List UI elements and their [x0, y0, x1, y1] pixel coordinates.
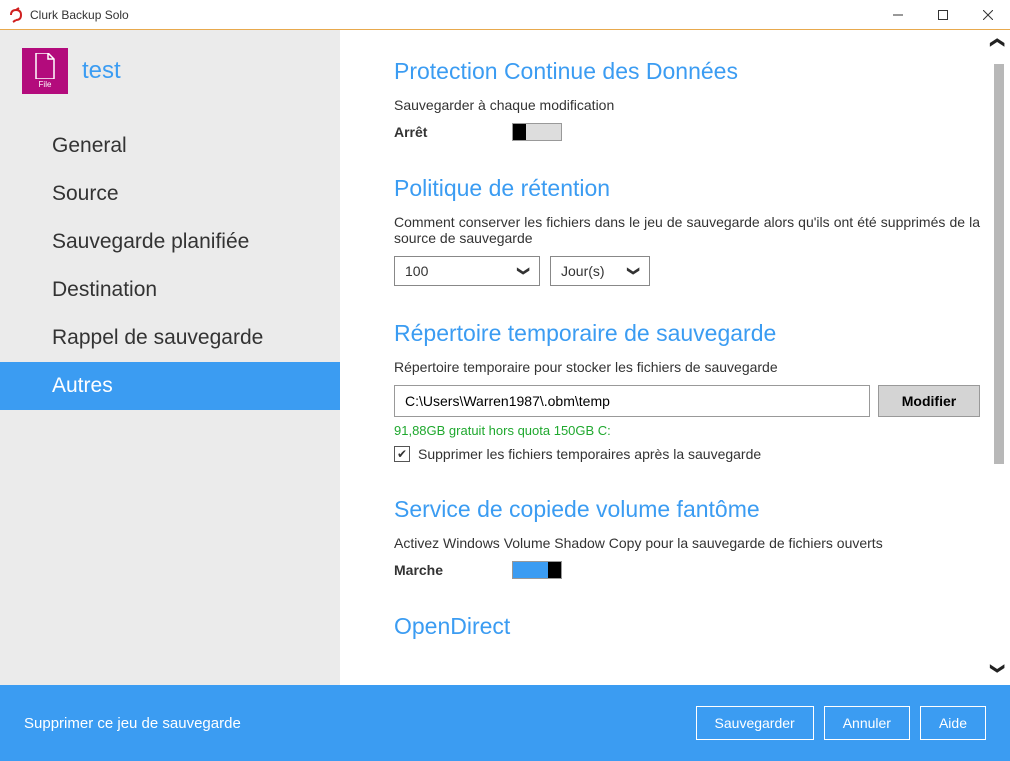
save-button[interactable]: Sauvegarder: [696, 706, 814, 740]
section-vss: Service de copiede volume fantôme Active…: [394, 496, 980, 579]
nav-item-general[interactable]: General: [0, 122, 340, 170]
cdp-toggle-label: Arrêt: [394, 124, 512, 140]
profile-icon-label: File: [39, 80, 52, 89]
retention-unit-dropdown[interactable]: Jour(s) ❯: [550, 256, 650, 286]
scroll-up-icon[interactable]: ❮: [990, 37, 1007, 49]
section-opendirect: OpenDirect: [394, 613, 980, 640]
opendirect-title: OpenDirect: [394, 613, 980, 640]
vss-toggle[interactable]: [512, 561, 562, 579]
maximize-button[interactable]: [920, 0, 965, 29]
retention-unit: Jour(s): [561, 263, 629, 279]
minimize-button[interactable]: [875, 0, 920, 29]
sidebar: File test General Source Sauvegarde plan…: [0, 30, 340, 685]
profile-name: test: [82, 57, 121, 85]
nav-item-others[interactable]: Autres: [0, 362, 340, 410]
tempdir-freespace: 91,88GB gratuit hors quota 150GB C:: [394, 423, 980, 438]
app-icon: [8, 7, 24, 23]
nav-item-schedule[interactable]: Sauvegarde planifiée: [0, 218, 340, 266]
delete-backupset-link[interactable]: Supprimer ce jeu de sauvegarde: [24, 715, 686, 732]
scrollbar-thumb[interactable]: [994, 64, 1004, 464]
help-button[interactable]: Aide: [920, 706, 986, 740]
vss-toggle-label: Marche: [394, 562, 512, 578]
profile-icon: File: [22, 48, 68, 94]
nav-item-reminder[interactable]: Rappel de sauvegarde: [0, 314, 340, 362]
section-tempdir: Répertoire temporaire de sauvegarde Répe…: [394, 320, 980, 462]
titlebar: Clurk Backup Solo: [0, 0, 1010, 30]
section-retention: Politique de rétention Comment conserver…: [394, 175, 980, 286]
tempdir-path-input[interactable]: [394, 385, 870, 417]
cdp-desc: Sauvegarder à chaque modification: [394, 97, 980, 113]
retention-value-dropdown[interactable]: 100 ❯: [394, 256, 540, 286]
close-button[interactable]: [965, 0, 1010, 29]
chevron-down-icon: ❯: [627, 266, 641, 276]
nav-item-source[interactable]: Source: [0, 170, 340, 218]
section-cdp: Protection Continue des Données Sauvegar…: [394, 58, 980, 141]
main-panel: Protection Continue des Données Sauvegar…: [340, 30, 1010, 685]
footer: Supprimer ce jeu de sauvegarde Sauvegard…: [0, 685, 1010, 761]
tempdir-title: Répertoire temporaire de sauvegarde: [394, 320, 980, 347]
tempdir-desc: Répertoire temporaire pour stocker les f…: [394, 359, 980, 375]
vss-title: Service de copiede volume fantôme: [394, 496, 980, 523]
retention-desc: Comment conserver les fichiers dans le j…: [394, 214, 980, 246]
vss-desc: Activez Windows Volume Shadow Copy pour …: [394, 535, 980, 551]
delete-temp-label: Supprimer les fichiers temporaires après…: [418, 446, 761, 462]
cancel-button[interactable]: Annuler: [824, 706, 910, 740]
modify-button[interactable]: Modifier: [878, 385, 980, 417]
window-title: Clurk Backup Solo: [30, 8, 875, 22]
cdp-title: Protection Continue des Données: [394, 58, 980, 85]
retention-title: Politique de rétention: [394, 175, 980, 202]
nav-item-destination[interactable]: Destination: [0, 266, 340, 314]
scroll-down-icon[interactable]: ❯: [990, 663, 1007, 675]
chevron-down-icon: ❯: [517, 266, 531, 276]
profile-header: File test: [0, 48, 340, 94]
retention-value: 100: [405, 263, 519, 279]
delete-temp-checkbox[interactable]: ✔: [394, 446, 410, 462]
cdp-toggle[interactable]: [512, 123, 562, 141]
